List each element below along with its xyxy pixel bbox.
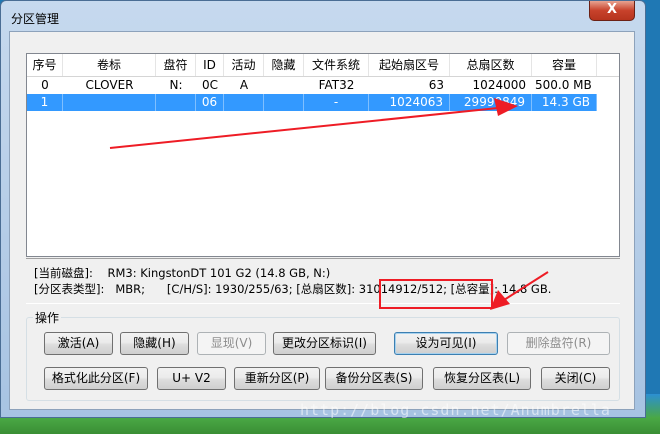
current-disk-value: RM3: KingstonDT 101 G2 (14.8 GB, N:) [107, 266, 331, 280]
list-header: 序号 卷标 盘符 ID 活动 隐藏 文件系统 起始扇区号 总扇区数 容量 [27, 54, 619, 77]
unhide-button[interactable]: 显现(V) [197, 332, 266, 355]
column-header-start-sector[interactable]: 起始扇区号 [369, 54, 450, 76]
operations-group: 操作 激活(A) 隐藏(H) 显现(V) 更改分区标识(I) 设为可见(I) 删… [26, 309, 620, 401]
change-partition-id-button[interactable]: 更改分区标识(I) [273, 332, 376, 355]
dialog-client-area: 序号 卷标 盘符 ID 活动 隐藏 文件系统 起始扇区号 总扇区数 容量 0 C… [9, 31, 635, 410]
cell-index: 1 [27, 94, 63, 111]
activate-button[interactable]: 激活(A) [44, 332, 113, 355]
cell-active [224, 94, 264, 111]
column-header-total-sectors[interactable]: 总扇区数 [450, 54, 532, 76]
current-disk-label: [当前磁盘]: [34, 266, 93, 280]
cell-index: 0 [41, 78, 49, 92]
cell-start-sector: 63 [428, 78, 444, 92]
cell-hidden [264, 94, 304, 111]
cell-label [63, 94, 156, 111]
backup-partition-table-button[interactable]: 备份分区表(S) [325, 367, 423, 390]
cell-hidden [264, 77, 304, 94]
annotation-highlight-box [379, 279, 493, 309]
table-row[interactable]: 0 CLOVER N: 0C A FAT32 63 1024000 500.0 … [27, 77, 597, 94]
current-disk-line: [当前磁盘]: RM3: KingstonDT 101 G2 (14.8 GB,… [34, 265, 330, 281]
cell-start-sector: 1024063 [369, 94, 450, 111]
cell-size: 500.0 MB [535, 78, 592, 92]
column-header-size[interactable]: 容量 [532, 54, 597, 76]
table-row-selected[interactable]: 1 06 - 1024063 29990849 14.3 GB [27, 94, 597, 111]
disk-info-panel: [当前磁盘]: RM3: KingstonDT 101 G2 (14.8 GB,… [26, 258, 620, 304]
cell-total-sectors: 1024000 [472, 78, 526, 92]
operations-group-label: 操作 [33, 309, 62, 326]
cell-total-sectors: 29990849 [450, 94, 532, 111]
cell-drive [156, 94, 196, 111]
remove-drive-letter-button[interactable]: 删除盘符(R) [507, 332, 610, 355]
partition-list[interactable]: 序号 卷标 盘符 ID 活动 隐藏 文件系统 起始扇区号 总扇区数 容量 0 C… [26, 53, 620, 257]
cell-id: 06 [196, 94, 224, 111]
partition-manager-window: 分区管理 X 序号 卷标 盘符 ID 活动 隐藏 文件系统 起始扇区号 总扇区数… [0, 0, 646, 418]
cell-active: A [239, 78, 249, 92]
watermark-text: http://blog.csdn.net/Anumbrella [300, 401, 611, 419]
column-header-active[interactable]: 活动 [224, 54, 264, 76]
column-header-label[interactable]: 卷标 [63, 54, 156, 76]
close-button[interactable]: 关闭(C) [541, 367, 610, 390]
repartition-button[interactable]: 重新分区(P) [234, 367, 320, 390]
cell-filesystem: - [304, 94, 369, 111]
cell-label: CLOVER [85, 78, 134, 92]
close-window-button[interactable]: X [589, 1, 635, 21]
column-header-hidden[interactable]: 隐藏 [264, 54, 304, 76]
u-plus-v2-button[interactable]: U+ V2 [157, 367, 226, 390]
set-visible-button[interactable]: 设为可见(I) [394, 332, 498, 355]
cell-drive: N: [169, 78, 183, 92]
format-partition-button[interactable]: 格式化此分区(F) [44, 367, 148, 390]
column-header-filesystem[interactable]: 文件系统 [304, 54, 369, 76]
hide-button[interactable]: 隐藏(H) [120, 332, 189, 355]
restore-partition-table-button[interactable]: 恢复分区表(L) [433, 367, 531, 390]
window-title: 分区管理 [11, 12, 60, 26]
column-header-id[interactable]: ID [196, 54, 224, 76]
cell-filesystem: FAT32 [318, 78, 355, 92]
cell-id: 0C [201, 78, 218, 92]
column-header-index[interactable]: 序号 [27, 54, 63, 76]
column-header-drive[interactable]: 盘符 [156, 54, 196, 76]
close-icon: X [606, 2, 618, 17]
cell-size: 14.3 GB [532, 94, 597, 111]
